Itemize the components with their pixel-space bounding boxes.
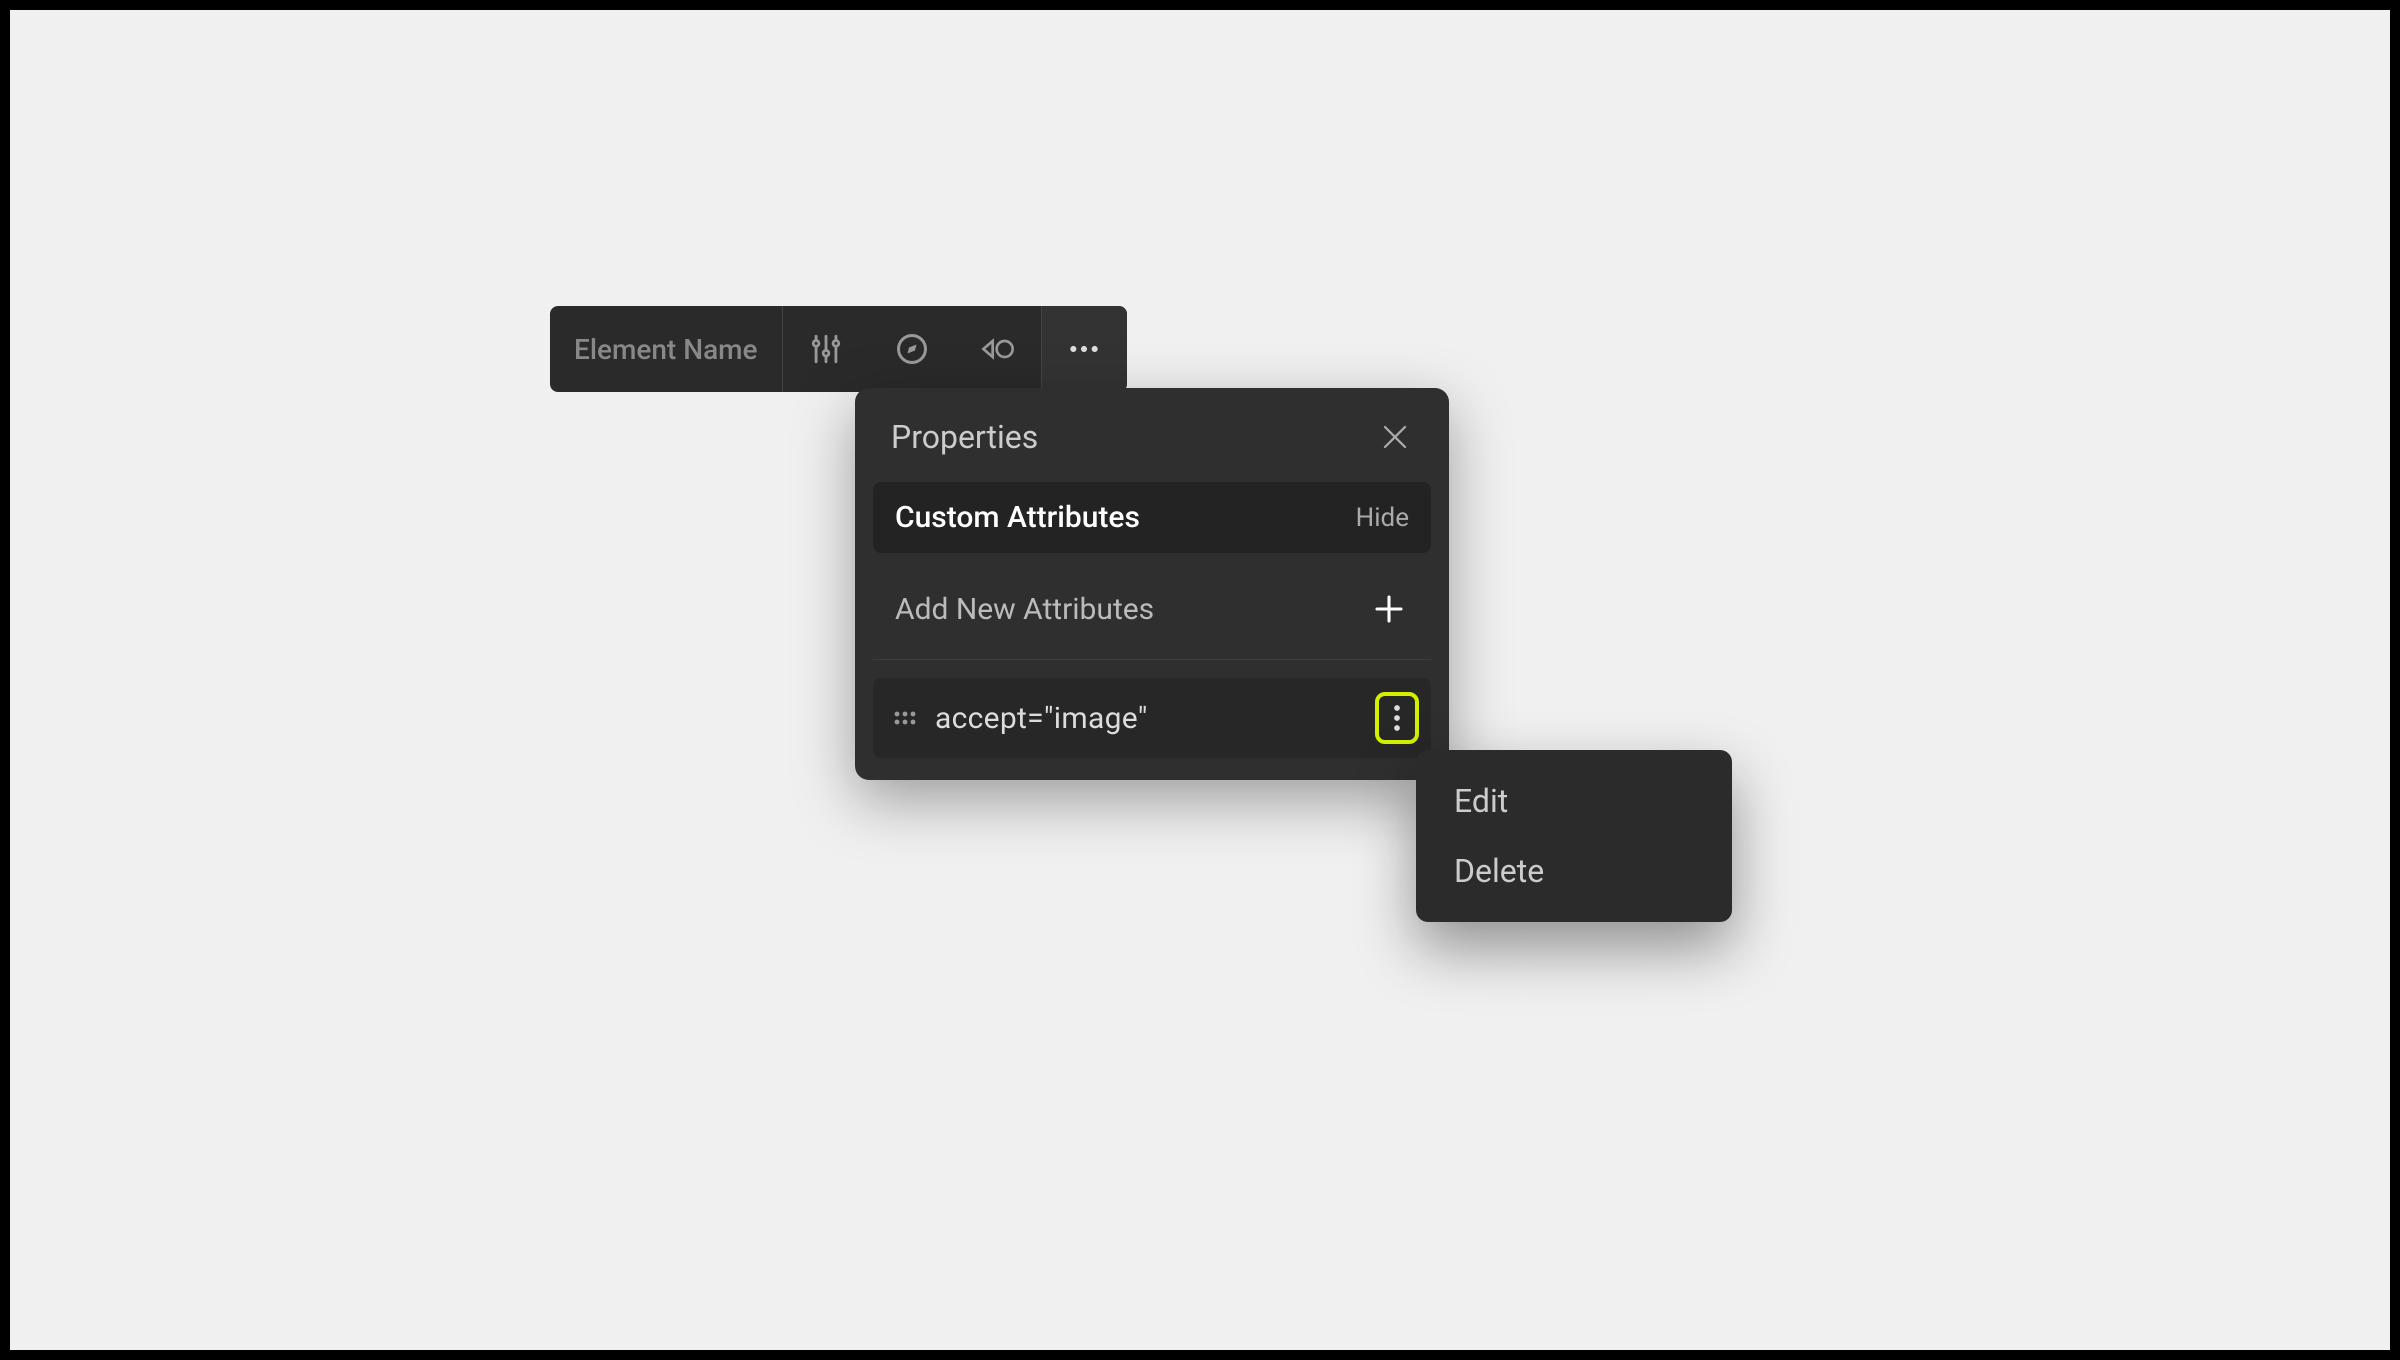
add-attribute-row[interactable]: Add New Attributes (873, 573, 1431, 660)
context-menu: Edit Delete (1416, 750, 1732, 922)
hide-button[interactable]: Hide (1356, 503, 1409, 533)
custom-attributes-section-header[interactable]: Custom Attributes Hide (873, 482, 1431, 553)
plus-icon (1373, 593, 1405, 625)
toolbar-icon-group (783, 306, 1127, 392)
panel-title: Properties (891, 418, 1038, 456)
element-toolbar: Element Name (550, 306, 1127, 392)
tag-icon[interactable] (955, 306, 1041, 392)
custom-attributes-title: Custom Attributes (895, 500, 1140, 535)
kebab-icon (1393, 703, 1401, 733)
attribute-more-button[interactable] (1375, 692, 1419, 744)
add-attribute-label: Add New Attributes (895, 592, 1154, 627)
compass-icon[interactable] (869, 306, 955, 392)
settings-sliders-icon[interactable] (783, 306, 869, 392)
delete-menu-item[interactable]: Delete (1416, 836, 1732, 906)
element-name-label: Element Name (550, 306, 783, 392)
close-button[interactable] (1377, 419, 1413, 455)
more-options-icon[interactable] (1041, 306, 1127, 392)
panel-header: Properties (867, 418, 1437, 482)
attribute-text: accept="image" (935, 701, 1148, 736)
drag-handle-icon[interactable] (891, 709, 919, 727)
attribute-row-left: accept="image" (891, 701, 1148, 736)
close-icon (1380, 422, 1410, 452)
properties-panel: Properties Custom Attributes Hide Add Ne… (855, 388, 1449, 780)
attribute-row[interactable]: accept="image" (873, 678, 1431, 758)
add-button[interactable] (1369, 589, 1409, 629)
edit-menu-item[interactable]: Edit (1416, 766, 1732, 836)
